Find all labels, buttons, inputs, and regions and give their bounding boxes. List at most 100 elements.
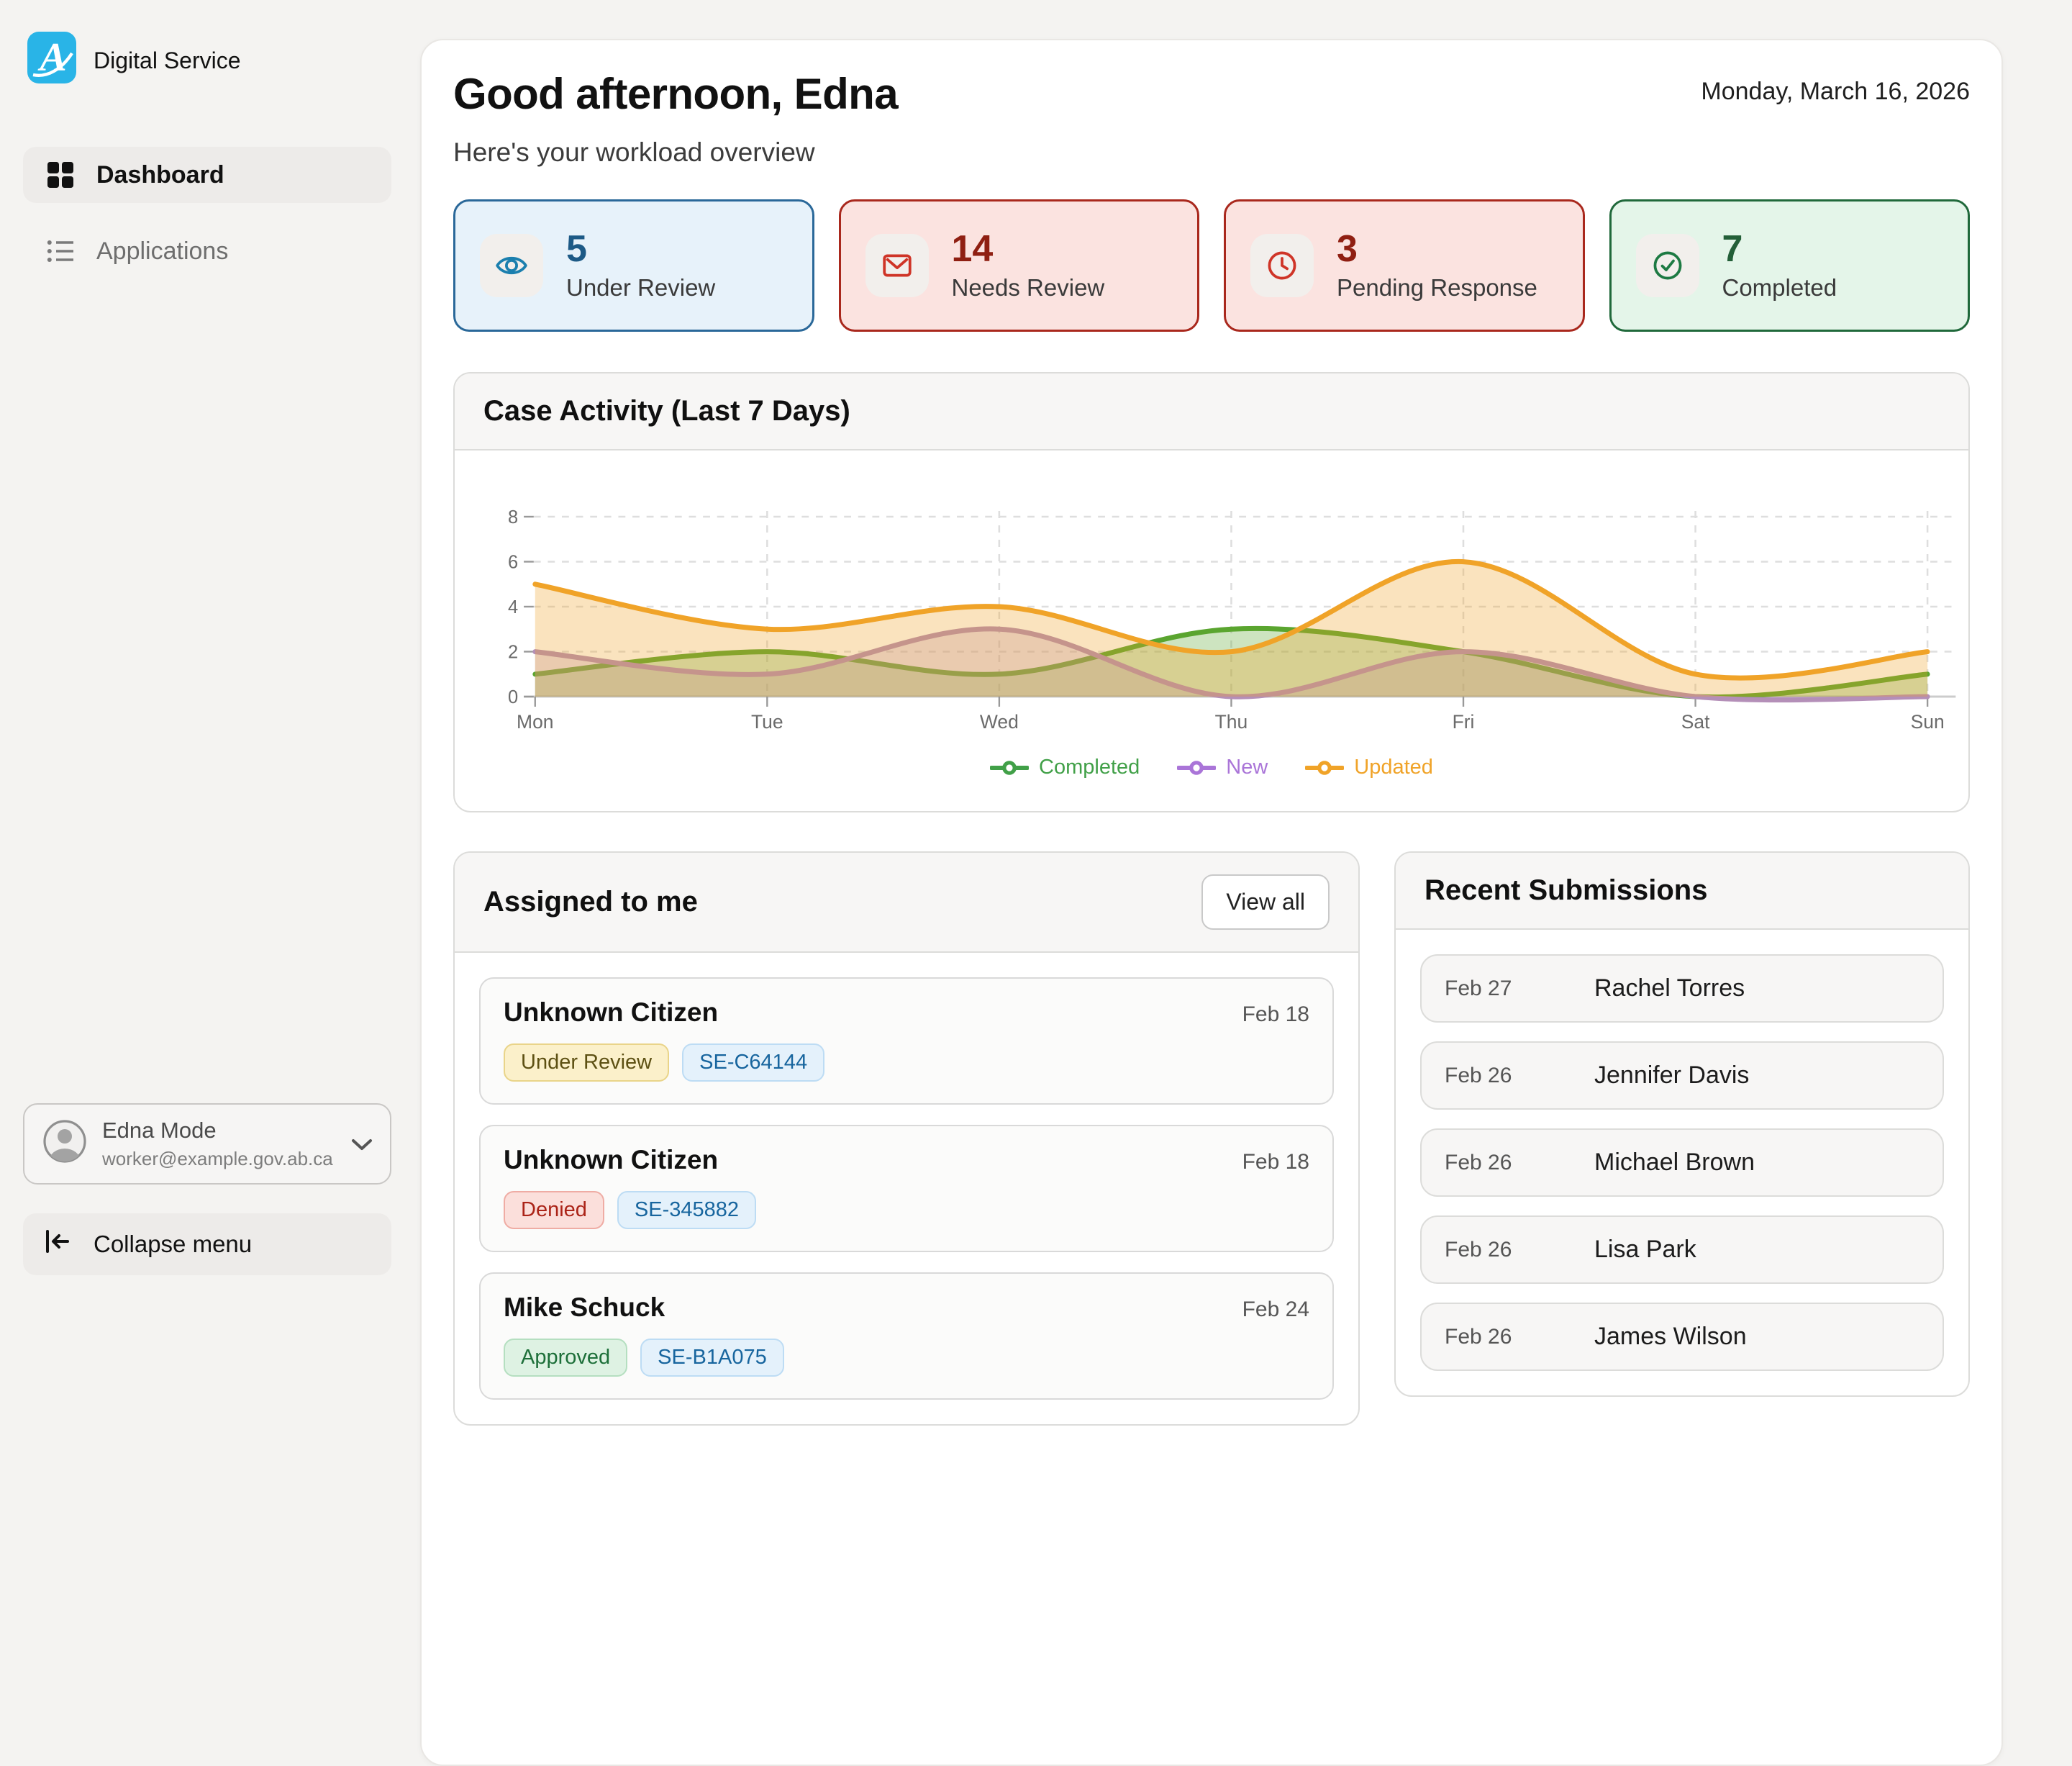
legend-label: Updated (1354, 756, 1433, 779)
submission-date: Feb 26 (1445, 1151, 1568, 1175)
svg-text:8: 8 (508, 507, 518, 527)
check-circle-icon (1636, 234, 1699, 297)
chevron-down-icon[interactable] (351, 1131, 373, 1157)
legend-label: Completed (1039, 756, 1140, 779)
collapse-icon (43, 1227, 72, 1262)
case-id-badge: SE-C64144 (682, 1043, 824, 1082)
legend-item: Completed (990, 756, 1140, 779)
svg-text:4: 4 (508, 597, 518, 617)
stat-card-under-review[interactable]: 5 Under Review (453, 199, 814, 332)
submission-date: Feb 27 (1445, 977, 1568, 1001)
assigned-item-badges: Denied SE-345882 (504, 1191, 1309, 1229)
assigned-title: Assigned to me (483, 886, 698, 918)
recent-submission-row[interactable]: Feb 27 Rachel Torres (1420, 954, 1944, 1023)
assigned-item-badges: Approved SE-B1A075 (504, 1339, 1309, 1377)
status-badge: Denied (504, 1191, 604, 1229)
legend-marker-icon (1177, 759, 1216, 776)
assigned-list: Unknown Citizen Feb 18 Under Review SE-C… (455, 953, 1358, 1424)
legend-label: New (1226, 756, 1268, 779)
list-icon (46, 237, 75, 266)
assigned-item[interactable]: Unknown Citizen Feb 18 Denied SE-345882 (479, 1125, 1334, 1252)
svg-text:2: 2 (508, 642, 518, 662)
avatar (42, 1118, 88, 1170)
collapse-menu-button[interactable]: Collapse menu (23, 1213, 391, 1275)
mail-icon (865, 234, 929, 297)
clock-icon (1250, 234, 1314, 297)
chart-legend: Completed New Updated (455, 756, 1968, 779)
svg-text:Sat: Sat (1681, 711, 1710, 733)
citizen-name: Mike Schuck (504, 1292, 665, 1323)
view-all-button[interactable]: View all (1201, 874, 1330, 930)
user-menu[interactable]: Edna Mode worker@example.gov.ab.ca (23, 1103, 391, 1185)
content-header: Good afternoon, Edna Here's your workloa… (453, 69, 1970, 168)
sidebar-item-applications[interactable]: Applications (23, 223, 391, 279)
status-badge: Under Review (504, 1043, 669, 1082)
user-name: Edna Mode (102, 1118, 337, 1144)
assigned-item-top: Unknown Citizen Feb 18 (504, 1145, 1309, 1175)
stat-card-needs-review[interactable]: 14 Needs Review (839, 199, 1200, 332)
dashboard-grid-icon (46, 160, 75, 189)
assigned-item[interactable]: Unknown Citizen Feb 18 Under Review SE-C… (479, 977, 1334, 1105)
stat-label: Pending Response (1337, 274, 1537, 302)
stat-label: Needs Review (952, 274, 1105, 302)
submission-name: James Wilson (1594, 1323, 1747, 1351)
stat-label: Under Review (566, 274, 715, 302)
chart-body: 02468MonTueWedThuFriSatSun CompletedNewU… (455, 450, 1968, 779)
recent-submission-row[interactable]: Feb 26 Jennifer Davis (1420, 1041, 1944, 1110)
sidebar-item-dashboard[interactable]: Dashboard (23, 147, 391, 203)
case-activity-chart: 02468MonTueWedThuFriSatSun (455, 459, 1968, 741)
brand: A Digital Service (23, 32, 391, 89)
stat-value: 5 (566, 230, 715, 269)
citizen-name: Unknown Citizen (504, 997, 718, 1028)
page-title: Good afternoon, Edna (453, 69, 898, 119)
sidebar: A Digital Service Dashboard (0, 0, 420, 1295)
stat-card-completed[interactable]: 7 Completed (1609, 199, 1971, 332)
main-area: Good afternoon, Edna Here's your workloa… (420, 0, 2072, 1295)
content-card: Good afternoon, Edna Here's your workloa… (420, 39, 2003, 1766)
svg-text:Thu: Thu (1215, 711, 1248, 733)
stat-card-pending-response[interactable]: 3 Pending Response (1224, 199, 1585, 332)
recent-submission-row[interactable]: Feb 26 Michael Brown (1420, 1128, 1944, 1197)
recent-submission-row[interactable]: Feb 26 Lisa Park (1420, 1215, 1944, 1284)
svg-text:Wed: Wed (980, 711, 1019, 733)
chart-title: Case Activity (Last 7 Days) (483, 395, 850, 427)
stat-text: 3 Pending Response (1337, 230, 1537, 302)
sidebar-nav: Dashboard Applications (23, 147, 391, 279)
submission-date: Feb 26 (1445, 1064, 1568, 1088)
collapse-menu-label: Collapse menu (94, 1231, 252, 1258)
svg-text:0: 0 (508, 687, 518, 707)
svg-text:Mon: Mon (517, 711, 553, 733)
stats-row: 5 Under Review 14 Needs Review (453, 199, 1970, 332)
assigned-item-date: Feb 18 (1242, 1002, 1309, 1027)
user-email: worker@example.gov.ab.ca (102, 1148, 337, 1170)
recent-submissions-panel: Recent Submissions Feb 27 Rachel Torres … (1394, 851, 1970, 1397)
recent-submission-row[interactable]: Feb 26 James Wilson (1420, 1303, 1944, 1371)
legend-item: Updated (1305, 756, 1433, 779)
stat-value: 7 (1722, 230, 1837, 269)
stat-value: 14 (952, 230, 1105, 269)
submission-name: Jennifer Davis (1594, 1061, 1749, 1090)
brand-name: Digital Service (94, 47, 241, 74)
citizen-name: Unknown Citizen (504, 1145, 718, 1175)
stat-text: 5 Under Review (566, 230, 715, 302)
page-subtitle: Here's your workload overview (453, 137, 898, 168)
legend-marker-icon (990, 759, 1029, 776)
greeting-block: Good afternoon, Edna Here's your workloa… (453, 69, 898, 168)
legend-item: New (1177, 756, 1268, 779)
assigned-item-date: Feb 18 (1242, 1150, 1309, 1174)
chart-panel-header: Case Activity (Last 7 Days) (455, 373, 1968, 450)
assigned-to-me-panel: Assigned to me View all Unknown Citizen … (453, 851, 1360, 1426)
recent-panel-header: Recent Submissions (1396, 853, 1968, 930)
svg-text:Tue: Tue (751, 711, 783, 733)
sidebar-item-label: Applications (96, 237, 228, 266)
assigned-item-top: Unknown Citizen Feb 18 (504, 997, 1309, 1028)
svg-text:Fri: Fri (1453, 711, 1475, 733)
submission-name: Lisa Park (1594, 1236, 1696, 1264)
svg-text:6: 6 (508, 552, 518, 572)
stat-text: 14 Needs Review (952, 230, 1105, 302)
assigned-item[interactable]: Mike Schuck Feb 24 Approved SE-B1A075 (479, 1272, 1334, 1400)
stat-label: Completed (1722, 274, 1837, 302)
submission-name: Michael Brown (1594, 1149, 1755, 1177)
stat-text: 7 Completed (1722, 230, 1837, 302)
user-meta: Edna Mode worker@example.gov.ab.ca (102, 1118, 337, 1170)
